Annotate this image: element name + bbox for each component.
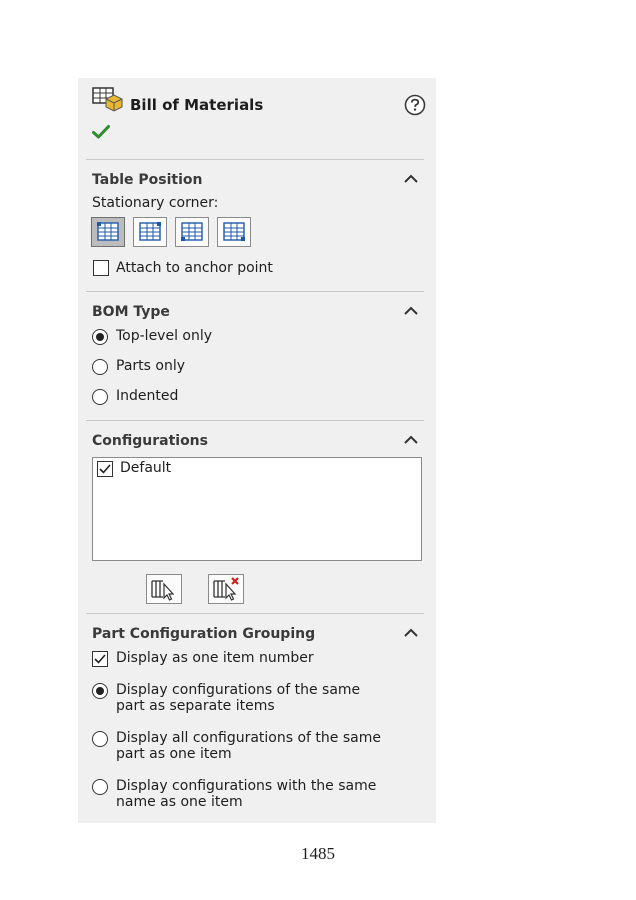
configurations-list[interactable]: Default: [92, 457, 422, 561]
chevron-up-icon[interactable]: [402, 302, 420, 321]
ok-checkmark-button[interactable]: [92, 124, 110, 144]
corner-bottom-left-button[interactable]: [175, 217, 209, 247]
section-title: BOM Type: [92, 304, 170, 320]
panel-title: Bill of Materials: [130, 96, 264, 114]
select-configurations-icon: [151, 580, 175, 601]
radio-same-name-one-item[interactable]: [92, 779, 108, 795]
page-number: 1485: [301, 844, 335, 863]
help-icon[interactable]: [404, 94, 426, 120]
radio-separate-items[interactable]: [92, 683, 108, 699]
radio-label-top-level: Top-level only: [116, 328, 213, 344]
corner-top-left-button[interactable]: [91, 217, 125, 247]
chevron-up-icon[interactable]: [402, 431, 420, 450]
display-one-item-checkbox[interactable]: [92, 651, 108, 667]
section-configurations: Configurations Default: [86, 420, 424, 614]
stationary-corner-label: Stationary corner:: [92, 195, 219, 211]
radio-all-one-item[interactable]: [92, 731, 108, 747]
radio-label-same-name-one-item: Display configurations with the same name…: [116, 778, 377, 810]
clear-configurations-icon: [213, 577, 239, 601]
display-one-item-label: Display as one item number: [116, 650, 314, 666]
chevron-up-icon[interactable]: [402, 624, 420, 643]
corner-bottom-right-button[interactable]: [217, 217, 251, 247]
radio-parts-only[interactable]: [92, 359, 108, 375]
section-table-position: Table Position Stationary corner: Attach…: [86, 159, 424, 292]
clear-configurations-button[interactable]: [208, 574, 244, 604]
bom-table-icon: [92, 86, 124, 116]
section-title: Table Position: [92, 172, 203, 188]
section-title: Configurations: [92, 433, 208, 449]
attach-anchor-checkbox[interactable]: [93, 260, 109, 276]
section-bom-type: BOM Type Top-level only Parts only Inden…: [86, 291, 424, 421]
radio-indented[interactable]: [92, 389, 108, 405]
chevron-up-icon[interactable]: [402, 170, 420, 189]
radio-label-all-one-item: Display all configurations of the same pa…: [116, 730, 381, 762]
section-title: Part Configuration Grouping: [92, 626, 316, 642]
panel-header: Bill of Materials: [92, 86, 426, 116]
bom-property-panel: Bill of Materials Table Position Station…: [78, 78, 436, 823]
corner-top-right-button[interactable]: [133, 217, 167, 247]
section-part-configuration-grouping: Part Configuration Grouping Display as o…: [86, 613, 424, 824]
attach-anchor-label: Attach to anchor point: [116, 260, 273, 276]
select-configurations-button[interactable]: [146, 574, 182, 604]
radio-label-separate-items: Display configurations of the same part a…: [116, 682, 361, 714]
radio-top-level-only[interactable]: [92, 329, 108, 345]
radio-label-indented: Indented: [116, 388, 179, 404]
radio-label-parts-only: Parts only: [116, 358, 185, 374]
config-default-checkbox[interactable]: [97, 461, 113, 477]
config-default-label: Default: [120, 460, 172, 476]
